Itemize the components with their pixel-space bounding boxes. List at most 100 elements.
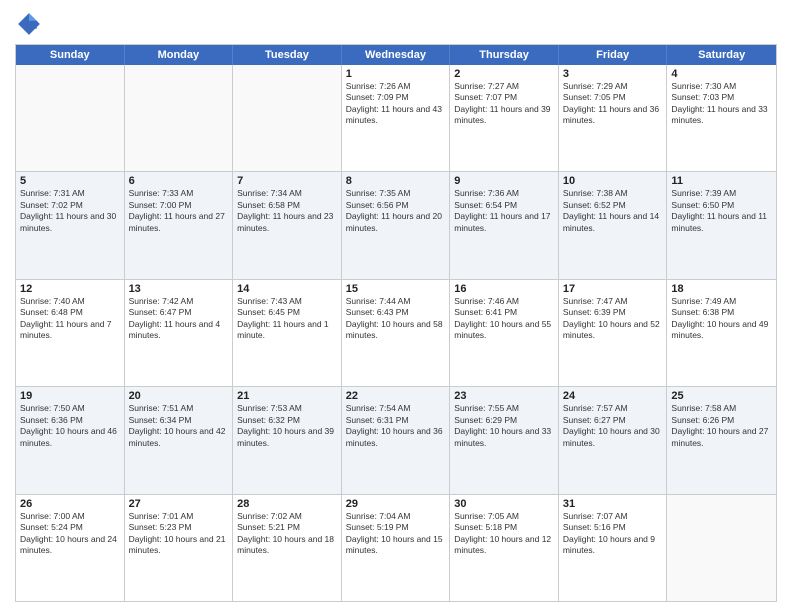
cell-day-number: 4 <box>671 68 772 80</box>
cell-day-number: 2 <box>454 68 554 80</box>
calendar-cell-8: 8Sunrise: 7:35 AM Sunset: 6:56 PM Daylig… <box>342 172 451 278</box>
logo <box>15 10 47 38</box>
cell-day-number: 7 <box>237 175 337 187</box>
cell-day-number: 27 <box>129 498 229 510</box>
calendar: SundayMondayTuesdayWednesdayThursdayFrid… <box>15 44 777 602</box>
cell-day-number: 22 <box>346 390 446 402</box>
calendar-cell-16: 16Sunrise: 7:46 AM Sunset: 6:41 PM Dayli… <box>450 280 559 386</box>
logo-icon <box>15 10 43 38</box>
calendar-header: SundayMondayTuesdayWednesdayThursdayFrid… <box>16 45 776 65</box>
cell-info-text: Sunrise: 7:33 AM Sunset: 7:00 PM Dayligh… <box>129 188 229 234</box>
cell-info-text: Sunrise: 7:51 AM Sunset: 6:34 PM Dayligh… <box>129 403 229 449</box>
calendar-cell-25: 25Sunrise: 7:58 AM Sunset: 6:26 PM Dayli… <box>667 387 776 493</box>
weekday-header-thursday: Thursday <box>450 45 559 65</box>
cell-day-number: 6 <box>129 175 229 187</box>
calendar-row-4: 26Sunrise: 7:00 AM Sunset: 5:24 PM Dayli… <box>16 495 776 601</box>
cell-info-text: Sunrise: 7:40 AM Sunset: 6:48 PM Dayligh… <box>20 296 120 342</box>
cell-day-number: 10 <box>563 175 663 187</box>
calendar-cell-3: 3Sunrise: 7:29 AM Sunset: 7:05 PM Daylig… <box>559 65 668 171</box>
cell-day-number: 31 <box>563 498 663 510</box>
cell-day-number: 14 <box>237 283 337 295</box>
calendar-cell-1: 1Sunrise: 7:26 AM Sunset: 7:09 PM Daylig… <box>342 65 451 171</box>
cell-info-text: Sunrise: 7:46 AM Sunset: 6:41 PM Dayligh… <box>454 296 554 342</box>
cell-day-number: 19 <box>20 390 120 402</box>
calendar-row-1: 5Sunrise: 7:31 AM Sunset: 7:02 PM Daylig… <box>16 172 776 279</box>
cell-info-text: Sunrise: 7:57 AM Sunset: 6:27 PM Dayligh… <box>563 403 663 449</box>
calendar-cell-10: 10Sunrise: 7:38 AM Sunset: 6:52 PM Dayli… <box>559 172 668 278</box>
calendar-cell-6: 6Sunrise: 7:33 AM Sunset: 7:00 PM Daylig… <box>125 172 234 278</box>
cell-info-text: Sunrise: 7:05 AM Sunset: 5:18 PM Dayligh… <box>454 511 554 557</box>
cell-info-text: Sunrise: 7:47 AM Sunset: 6:39 PM Dayligh… <box>563 296 663 342</box>
calendar-cell-11: 11Sunrise: 7:39 AM Sunset: 6:50 PM Dayli… <box>667 172 776 278</box>
cell-info-text: Sunrise: 7:55 AM Sunset: 6:29 PM Dayligh… <box>454 403 554 449</box>
cell-day-number: 1 <box>346 68 446 80</box>
calendar-cell-9: 9Sunrise: 7:36 AM Sunset: 6:54 PM Daylig… <box>450 172 559 278</box>
calendar-cell-26: 26Sunrise: 7:00 AM Sunset: 5:24 PM Dayli… <box>16 495 125 601</box>
cell-day-number: 17 <box>563 283 663 295</box>
calendar-cell-5: 5Sunrise: 7:31 AM Sunset: 7:02 PM Daylig… <box>16 172 125 278</box>
weekday-header-monday: Monday <box>125 45 234 65</box>
cell-info-text: Sunrise: 7:50 AM Sunset: 6:36 PM Dayligh… <box>20 403 120 449</box>
weekday-header-wednesday: Wednesday <box>342 45 451 65</box>
cell-info-text: Sunrise: 7:35 AM Sunset: 6:56 PM Dayligh… <box>346 188 446 234</box>
cell-info-text: Sunrise: 7:31 AM Sunset: 7:02 PM Dayligh… <box>20 188 120 234</box>
cell-info-text: Sunrise: 7:36 AM Sunset: 6:54 PM Dayligh… <box>454 188 554 234</box>
calendar-cell-7: 7Sunrise: 7:34 AM Sunset: 6:58 PM Daylig… <box>233 172 342 278</box>
calendar-cell-17: 17Sunrise: 7:47 AM Sunset: 6:39 PM Dayli… <box>559 280 668 386</box>
calendar-cell-12: 12Sunrise: 7:40 AM Sunset: 6:48 PM Dayli… <box>16 280 125 386</box>
weekday-header-saturday: Saturday <box>667 45 776 65</box>
cell-day-number: 11 <box>671 175 772 187</box>
calendar-cell-13: 13Sunrise: 7:42 AM Sunset: 6:47 PM Dayli… <box>125 280 234 386</box>
cell-day-number: 3 <box>563 68 663 80</box>
calendar-row-0: 1Sunrise: 7:26 AM Sunset: 7:09 PM Daylig… <box>16 65 776 172</box>
cell-day-number: 9 <box>454 175 554 187</box>
cell-day-number: 5 <box>20 175 120 187</box>
weekday-header-sunday: Sunday <box>16 45 125 65</box>
cell-info-text: Sunrise: 7:54 AM Sunset: 6:31 PM Dayligh… <box>346 403 446 449</box>
cell-info-text: Sunrise: 7:02 AM Sunset: 5:21 PM Dayligh… <box>237 511 337 557</box>
cell-day-number: 15 <box>346 283 446 295</box>
calendar-cell-empty-4-6 <box>667 495 776 601</box>
calendar-row-2: 12Sunrise: 7:40 AM Sunset: 6:48 PM Dayli… <box>16 280 776 387</box>
cell-info-text: Sunrise: 7:53 AM Sunset: 6:32 PM Dayligh… <box>237 403 337 449</box>
cell-info-text: Sunrise: 7:07 AM Sunset: 5:16 PM Dayligh… <box>563 511 663 557</box>
cell-info-text: Sunrise: 7:26 AM Sunset: 7:09 PM Dayligh… <box>346 81 446 127</box>
cell-info-text: Sunrise: 7:00 AM Sunset: 5:24 PM Dayligh… <box>20 511 120 557</box>
cell-day-number: 25 <box>671 390 772 402</box>
cell-info-text: Sunrise: 7:01 AM Sunset: 5:23 PM Dayligh… <box>129 511 229 557</box>
cell-day-number: 29 <box>346 498 446 510</box>
calendar-row-3: 19Sunrise: 7:50 AM Sunset: 6:36 PM Dayli… <box>16 387 776 494</box>
calendar-cell-27: 27Sunrise: 7:01 AM Sunset: 5:23 PM Dayli… <box>125 495 234 601</box>
cell-day-number: 26 <box>20 498 120 510</box>
calendar-cell-19: 19Sunrise: 7:50 AM Sunset: 6:36 PM Dayli… <box>16 387 125 493</box>
calendar-cell-empty-0-0 <box>16 65 125 171</box>
header <box>15 10 777 38</box>
cell-day-number: 24 <box>563 390 663 402</box>
cell-day-number: 20 <box>129 390 229 402</box>
calendar-cell-29: 29Sunrise: 7:04 AM Sunset: 5:19 PM Dayli… <box>342 495 451 601</box>
cell-info-text: Sunrise: 7:30 AM Sunset: 7:03 PM Dayligh… <box>671 81 772 127</box>
calendar-cell-15: 15Sunrise: 7:44 AM Sunset: 6:43 PM Dayli… <box>342 280 451 386</box>
cell-info-text: Sunrise: 7:42 AM Sunset: 6:47 PM Dayligh… <box>129 296 229 342</box>
calendar-cell-2: 2Sunrise: 7:27 AM Sunset: 7:07 PM Daylig… <box>450 65 559 171</box>
cell-day-number: 30 <box>454 498 554 510</box>
calendar-cell-23: 23Sunrise: 7:55 AM Sunset: 6:29 PM Dayli… <box>450 387 559 493</box>
cell-day-number: 8 <box>346 175 446 187</box>
cell-info-text: Sunrise: 7:39 AM Sunset: 6:50 PM Dayligh… <box>671 188 772 234</box>
cell-info-text: Sunrise: 7:34 AM Sunset: 6:58 PM Dayligh… <box>237 188 337 234</box>
calendar-cell-22: 22Sunrise: 7:54 AM Sunset: 6:31 PM Dayli… <box>342 387 451 493</box>
cell-info-text: Sunrise: 7:44 AM Sunset: 6:43 PM Dayligh… <box>346 296 446 342</box>
cell-day-number: 23 <box>454 390 554 402</box>
cell-info-text: Sunrise: 7:27 AM Sunset: 7:07 PM Dayligh… <box>454 81 554 127</box>
cell-info-text: Sunrise: 7:38 AM Sunset: 6:52 PM Dayligh… <box>563 188 663 234</box>
calendar-body: 1Sunrise: 7:26 AM Sunset: 7:09 PM Daylig… <box>16 65 776 601</box>
calendar-cell-28: 28Sunrise: 7:02 AM Sunset: 5:21 PM Dayli… <box>233 495 342 601</box>
weekday-header-friday: Friday <box>559 45 668 65</box>
cell-day-number: 18 <box>671 283 772 295</box>
calendar-cell-31: 31Sunrise: 7:07 AM Sunset: 5:16 PM Dayli… <box>559 495 668 601</box>
cell-day-number: 21 <box>237 390 337 402</box>
cell-day-number: 12 <box>20 283 120 295</box>
calendar-cell-empty-0-1 <box>125 65 234 171</box>
calendar-cell-24: 24Sunrise: 7:57 AM Sunset: 6:27 PM Dayli… <box>559 387 668 493</box>
calendar-cell-20: 20Sunrise: 7:51 AM Sunset: 6:34 PM Dayli… <box>125 387 234 493</box>
